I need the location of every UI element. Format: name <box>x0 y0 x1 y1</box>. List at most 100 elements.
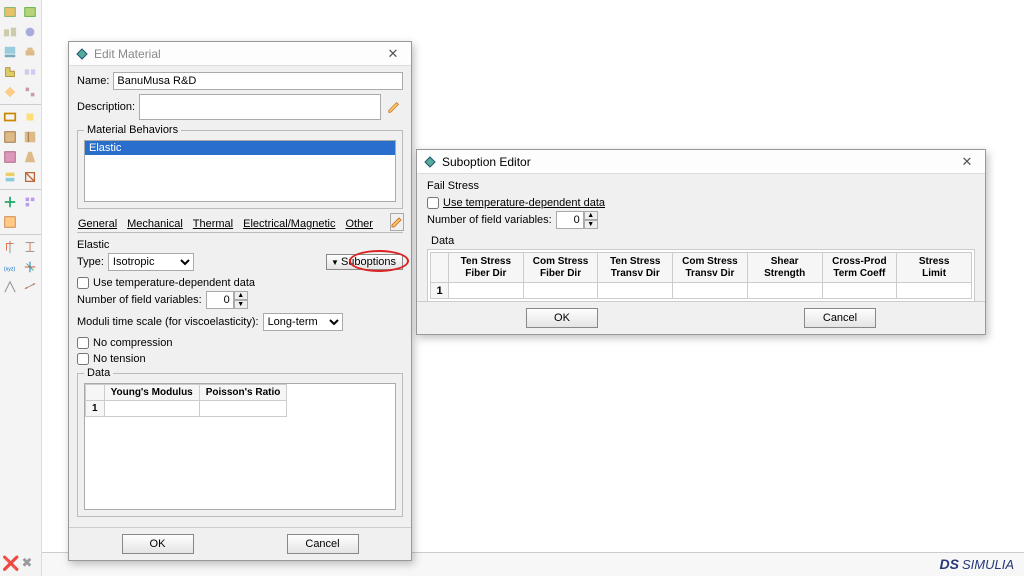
pencil-icon[interactable] <box>390 213 404 231</box>
tool-icon[interactable] <box>0 82 20 102</box>
add-icon[interactable] <box>0 192 20 212</box>
cancel-button[interactable]: Cancel <box>287 534 359 554</box>
table-cell[interactable] <box>822 283 897 299</box>
col-ten-stress-fiber: Ten Stress Fiber Dir <box>449 253 524 283</box>
table-cell[interactable] <box>897 283 972 299</box>
suboption-editor-dialog: Suboption Editor ✕ Fail Stress Use tempe… <box>416 149 986 335</box>
moduli-select[interactable]: Long-term <box>263 313 343 331</box>
edit-material-dialog: Edit Material ✕ Name: Description: Mater… <box>68 41 412 561</box>
so-field-vars-input[interactable] <box>556 211 584 229</box>
table-cell[interactable] <box>523 283 598 299</box>
description-input[interactable] <box>139 94 381 120</box>
type-label: Type: <box>77 256 104 268</box>
table-cell[interactable] <box>598 283 673 299</box>
tool-icon[interactable] <box>0 237 20 257</box>
behavior-menu: General Mechanical Thermal Electrical/Ma… <box>77 213 403 233</box>
tab-mechanical[interactable]: Mechanical <box>126 217 184 231</box>
so-field-vars-label: Number of field variables: <box>427 214 552 226</box>
dialog-icon <box>75 47 89 61</box>
tab-thermal[interactable]: Thermal <box>192 217 234 231</box>
column-poissons-ratio: Poisson's Ratio <box>199 385 287 401</box>
column-youngs-modulus: Young's Modulus <box>104 385 199 401</box>
tool-icon[interactable] <box>0 107 20 127</box>
field-vars-spinner[interactable]: ▲▼ <box>206 291 248 309</box>
row-number: 1 <box>86 401 105 417</box>
spin-down-icon[interactable]: ▼ <box>584 220 598 229</box>
tool-icon[interactable] <box>0 147 20 167</box>
close-icon[interactable]: ✕ <box>955 152 979 172</box>
table-cell[interactable] <box>673 283 748 299</box>
col-shear-strength: Shear Strength <box>747 253 822 283</box>
table-cell[interactable] <box>199 401 287 417</box>
pencil-icon[interactable] <box>385 96 403 118</box>
tool-icon[interactable] <box>0 42 20 62</box>
behaviors-list[interactable]: Elastic <box>84 140 396 202</box>
table-cell[interactable] <box>449 283 524 299</box>
tool-icon[interactable] <box>0 167 20 187</box>
tool-icon[interactable] <box>20 82 40 102</box>
tool-icon[interactable] <box>20 2 40 22</box>
tool-icon[interactable] <box>20 127 40 147</box>
brand-name: SIMULIA <box>962 557 1014 572</box>
material-behaviors-group: Material Behaviors Elastic <box>77 124 403 209</box>
col-com-stress-fiber: Com Stress Fiber Dir <box>523 253 598 283</box>
tool-icon[interactable] <box>20 257 40 277</box>
description-label: Description: <box>77 101 135 113</box>
tab-general[interactable]: General <box>77 217 118 231</box>
spin-up-icon[interactable]: ▲ <box>234 291 248 300</box>
name-input[interactable] <box>113 72 403 90</box>
corner-controls: ❌ ✖ <box>2 555 32 572</box>
tab-electrical-magnetic[interactable]: Electrical/Magnetic <box>242 217 336 231</box>
row-number: 1 <box>431 283 449 299</box>
so-field-vars-spinner[interactable]: ▲▼ <box>556 211 598 229</box>
so-temp-dependent-checkbox[interactable] <box>427 197 439 209</box>
elastic-data-table[interactable]: Young's Modulus Poisson's Ratio 1 <box>84 383 396 510</box>
ok-button[interactable]: OK <box>122 534 194 554</box>
elastic-legend: Elastic <box>77 237 403 253</box>
col-com-stress-transv: Com Stress Transv Dir <box>673 253 748 283</box>
tool-icon[interactable] <box>20 42 40 62</box>
behavior-item-elastic[interactable]: Elastic <box>85 141 395 155</box>
field-vars-input[interactable] <box>206 291 234 309</box>
moduli-label: Moduli time scale (for viscoelasticity): <box>77 316 259 328</box>
tool-icon[interactable] <box>0 212 20 232</box>
tab-other[interactable]: Other <box>344 217 374 231</box>
tool-icon[interactable] <box>20 147 40 167</box>
dialog-titlebar[interactable]: Edit Material ✕ <box>69 42 411 66</box>
table-cell[interactable] <box>747 283 822 299</box>
tool-icon[interactable] <box>0 62 20 82</box>
tool-icon[interactable] <box>20 22 40 42</box>
tool-icon[interactable] <box>20 192 40 212</box>
tool-icon[interactable] <box>0 22 20 42</box>
behaviors-legend: Material Behaviors <box>84 124 181 136</box>
dialog-titlebar[interactable]: Suboption Editor ✕ <box>417 150 985 174</box>
tool-icon[interactable] <box>20 167 40 187</box>
tool-icon[interactable] <box>20 107 40 127</box>
tool-icon[interactable] <box>20 237 40 257</box>
close-icon[interactable]: ✕ <box>381 44 405 64</box>
so-cancel-button[interactable]: Cancel <box>804 308 876 328</box>
dialog-title: Edit Material <box>94 47 381 61</box>
axes-icon[interactable]: (xyz) <box>0 257 20 277</box>
suboptions-button[interactable]: ▼ Suboptions <box>326 254 403 270</box>
type-select[interactable]: Isotropic <box>108 253 194 271</box>
field-vars-label: Number of field variables: <box>77 294 202 306</box>
tool-icon[interactable] <box>20 277 40 297</box>
close-icon[interactable]: ❌ <box>2 555 19 572</box>
no-compression-checkbox[interactable] <box>77 337 89 349</box>
tool-icon[interactable] <box>0 277 20 297</box>
tool-icon[interactable] <box>20 62 40 82</box>
no-tension-checkbox[interactable] <box>77 353 89 365</box>
temp-dependent-checkbox[interactable] <box>77 277 89 289</box>
delete-icon[interactable]: ✖ <box>21 555 32 572</box>
fail-stress-table[interactable]: Ten Stress Fiber Dir Com Stress Fiber Di… <box>430 252 972 299</box>
data-legend: Data <box>431 235 975 247</box>
spin-up-icon[interactable]: ▲ <box>584 211 598 220</box>
so-ok-button[interactable]: OK <box>526 308 598 328</box>
name-label: Name: <box>77 75 109 87</box>
tool-icon[interactable] <box>0 127 20 147</box>
table-cell[interactable] <box>104 401 199 417</box>
no-tension-label: No tension <box>93 353 146 365</box>
tool-icon[interactable] <box>0 2 20 22</box>
spin-down-icon[interactable]: ▼ <box>234 300 248 309</box>
